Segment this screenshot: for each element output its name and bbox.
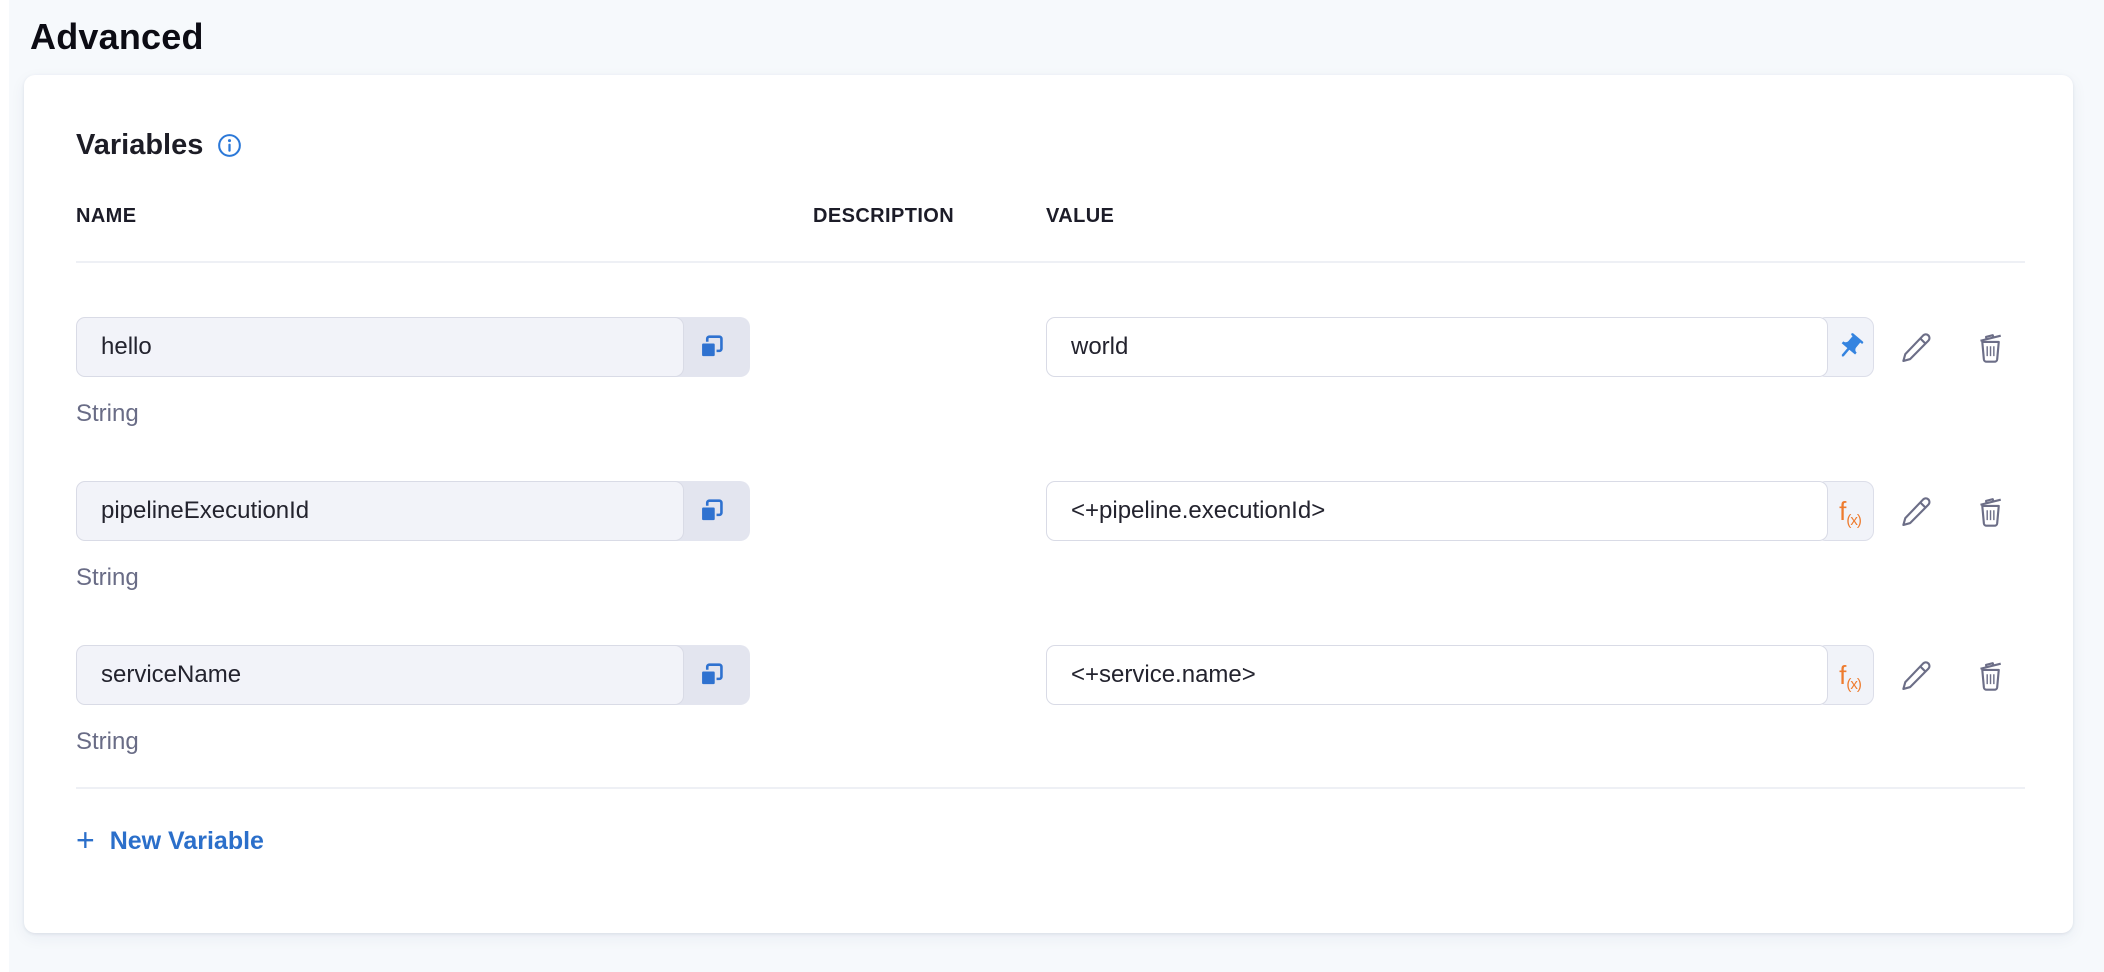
table-header-row: NAME DESCRIPTION VALUE [76,205,2025,229]
variable-value-input[interactable] [1046,317,1828,377]
new-variable-button[interactable]: + New Variable [76,821,264,861]
plus-icon: + [76,824,95,856]
delete-variable-button[interactable] [1968,645,2014,705]
table-row: String f(x) [76,645,2025,755]
page-title: Advanced [30,16,204,58]
table-row: String f(x) [76,481,2025,591]
column-header-description: DESCRIPTION [813,205,1046,229]
edit-variable-button[interactable] [1894,317,1940,377]
delete-variable-button[interactable] [1968,317,2014,377]
variable-name-input[interactable] [76,481,684,541]
header-divider [76,261,2025,263]
pencil-icon [1898,328,1936,366]
pencil-icon [1898,492,1936,530]
name-cell: String [76,317,813,427]
footer-divider [76,787,2025,789]
new-variable-label: New Variable [110,827,264,856]
copy-icon [696,332,727,363]
value-cell: f(x) [1046,481,2025,541]
variables-title: Variables [76,129,203,162]
variables-panel: Variables NAME DESCRIPTION VALUE [24,75,2073,933]
edit-variable-button[interactable] [1894,645,1940,705]
variable-type-label: String [76,565,813,591]
left-edge-strip [0,0,9,972]
variable-type-label: String [76,401,813,427]
trash-icon [1972,656,2010,694]
pin-icon [1829,326,1871,368]
variable-type-label: String [76,729,813,755]
name-cell: String [76,481,813,591]
variable-name-input[interactable] [76,645,684,705]
delete-variable-button[interactable] [1968,481,2014,541]
info-icon [217,133,242,158]
column-header-name: NAME [76,205,813,229]
trash-icon [1972,328,2010,366]
expression-fx-icon: f(x) [1839,498,1861,524]
expression-fx-icon: f(x) [1839,662,1861,688]
table-row: String [76,317,2025,427]
trash-icon [1972,492,2010,530]
variable-name-input[interactable] [76,317,684,377]
info-button[interactable] [217,133,242,158]
variable-value-input[interactable] [1046,645,1828,705]
copy-icon [696,660,727,691]
edit-variable-button[interactable] [1894,481,1940,541]
value-cell: f(x) [1046,645,2025,705]
variable-value-input[interactable] [1046,481,1828,541]
value-cell [1046,317,2025,377]
copy-icon [696,496,727,527]
name-cell: String [76,645,813,755]
pencil-icon [1898,656,1936,694]
column-header-value: VALUE [1046,205,2025,229]
